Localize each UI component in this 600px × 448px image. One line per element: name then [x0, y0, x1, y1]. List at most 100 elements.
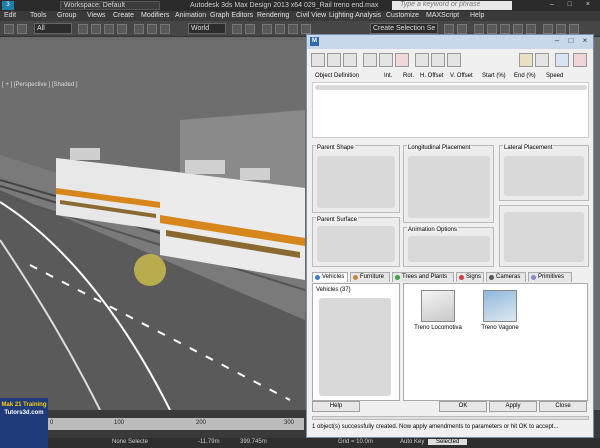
auto-key-button[interactable]: Auto Key: [400, 439, 424, 445]
window-crossing-icon[interactable]: [117, 24, 127, 34]
menu-lighting-analysis[interactable]: Lighting Analysis: [329, 12, 381, 19]
menu-edit[interactable]: Edit: [4, 12, 16, 19]
pick-icon[interactable]: [519, 53, 533, 67]
scale-icon[interactable]: [160, 24, 170, 34]
select-manipulate-icon[interactable]: [245, 24, 255, 34]
close-button[interactable]: Close: [539, 401, 587, 412]
x-coordinate[interactable]: -11.79m: [198, 439, 220, 445]
col-h-offset[interactable]: H. Offset: [420, 73, 444, 79]
options-icon[interactable]: [555, 53, 569, 67]
timeline-tick: 200: [196, 420, 207, 426]
col-speed[interactable]: Speed: [546, 73, 563, 79]
tab-trees-and-plants[interactable]: Trees and Plants: [392, 272, 454, 282]
menu-tools[interactable]: Tools: [30, 12, 46, 19]
category-tree[interactable]: Vehicles (37): [312, 283, 400, 401]
tab-primitives[interactable]: Primitives: [528, 272, 572, 282]
col-rot[interactable]: Rot.: [403, 73, 414, 79]
perspective-viewport[interactable]: [ + ] [Perspective ] [Shaded ]: [0, 40, 305, 410]
tab-furniture[interactable]: Furniture: [350, 272, 390, 282]
menu-rendering[interactable]: Rendering: [257, 12, 289, 19]
menu-group[interactable]: Group: [57, 12, 76, 19]
percent-snap-icon[interactable]: [288, 24, 298, 34]
tab-signs[interactable]: Signs: [456, 272, 484, 282]
menu-create[interactable]: Create: [113, 12, 134, 19]
cut-icon[interactable]: [415, 53, 429, 67]
help-button[interactable]: Help: [312, 401, 360, 412]
reference-coordinate-dropdown[interactable]: World: [188, 23, 226, 34]
export-icon[interactable]: [379, 53, 393, 67]
app-logo[interactable]: 3: [2, 1, 14, 10]
col-end[interactable]: End (%): [514, 73, 536, 79]
spinner-snap-icon[interactable]: [301, 24, 311, 34]
copy-icon[interactable]: [431, 53, 445, 67]
snaps-toggle-icon[interactable]: [262, 24, 272, 34]
pivot-icon[interactable]: [232, 24, 242, 34]
category-vehicles[interactable]: Vehicles (37): [316, 287, 351, 293]
tab-vehicles[interactable]: Vehicles: [312, 272, 348, 282]
close-icon[interactable]: ×: [579, 37, 591, 46]
select-by-name-icon[interactable]: [91, 24, 101, 34]
col-object-definition[interactable]: Object Definition: [315, 73, 359, 79]
viewport-label[interactable]: [ + ] [Perspective ] [Shaded ]: [2, 82, 78, 88]
rectangle-selection-icon[interactable]: [104, 24, 114, 34]
angle-snap-icon[interactable]: [275, 24, 285, 34]
named-selection-sets-dropdown[interactable]: Create Selection Se: [370, 23, 438, 34]
minimize-icon[interactable]: –: [551, 37, 563, 46]
menu-help[interactable]: Help: [470, 12, 484, 19]
col-int[interactable]: Int.: [384, 73, 392, 79]
schematic-view-icon[interactable]: [513, 24, 523, 34]
list-item[interactable]: [315, 85, 587, 90]
new-icon[interactable]: [311, 53, 325, 67]
window-controls[interactable]: – □ ×: [550, 1, 596, 8]
save-icon[interactable]: [343, 53, 357, 67]
menu-graph-editors[interactable]: Graph Editors: [210, 12, 253, 19]
object-library-grid[interactable]: Treno Locomotiva Treno Vagone: [403, 283, 588, 401]
render-production-icon[interactable]: [569, 24, 579, 34]
apply-button[interactable]: Apply: [489, 401, 537, 412]
select-object-icon[interactable]: [78, 24, 88, 34]
curve-editor-icon[interactable]: [500, 24, 510, 34]
open-icon[interactable]: [327, 53, 341, 67]
key-filter-dropdown[interactable]: Selected: [428, 439, 468, 445]
graphite-icon[interactable]: [487, 24, 497, 34]
menu-maxscript[interactable]: MAXScript: [426, 12, 459, 19]
material-editor-icon[interactable]: [526, 24, 536, 34]
menu-views[interactable]: Views: [87, 12, 106, 19]
undo-icon[interactable]: [4, 24, 14, 34]
y-coordinate[interactable]: 399.745m: [240, 439, 267, 445]
import-icon[interactable]: [363, 53, 377, 67]
parent-surface-group: Parent Surface: [312, 217, 400, 267]
delete-icon[interactable]: [573, 53, 587, 67]
menu-modifiers[interactable]: Modifiers: [141, 12, 169, 19]
tree-icon: [395, 275, 400, 280]
redo-icon[interactable]: [17, 24, 27, 34]
refresh-icon[interactable]: [535, 53, 549, 67]
menu-civil-view[interactable]: Civil View: [296, 12, 326, 19]
ok-button[interactable]: OK: [439, 401, 487, 412]
workspace-dropdown[interactable]: Workspace: Default: [60, 1, 160, 10]
mirror-icon[interactable]: [444, 24, 454, 34]
rendered-frame-icon[interactable]: [556, 24, 566, 34]
time-slider[interactable]: 0 100 200 300: [48, 418, 304, 430]
col-start[interactable]: Start (%): [482, 73, 506, 79]
library-item-wagon[interactable]: Treno Vagone: [470, 290, 530, 331]
search-input[interactable]: Type a keyword or phrase: [392, 1, 512, 10]
render-setup-icon[interactable]: [543, 24, 553, 34]
maximize-icon[interactable]: □: [565, 37, 577, 46]
col-v-offset[interactable]: V. Offset: [450, 73, 473, 79]
window-title: Autodesk 3ds Max Design 2013 x64 029_Rai…: [190, 2, 379, 9]
paste-icon[interactable]: [447, 53, 461, 67]
definition-list[interactable]: [312, 82, 589, 138]
move-icon[interactable]: [134, 24, 144, 34]
selection-filter-dropdown[interactable]: All: [34, 23, 72, 34]
tab-cameras[interactable]: Cameras: [486, 272, 526, 282]
rotate-icon[interactable]: [147, 24, 157, 34]
menu-animation[interactable]: Animation: [175, 12, 206, 19]
cursor-highlight: [134, 254, 166, 286]
layer-manager-icon[interactable]: [474, 24, 484, 34]
library-item-locomotive[interactable]: Treno Locomotiva: [408, 290, 468, 331]
extra-options-group: [499, 205, 589, 267]
align-icon[interactable]: [457, 24, 467, 34]
sort-icon[interactable]: [395, 53, 409, 67]
menu-customize[interactable]: Customize: [386, 12, 419, 19]
